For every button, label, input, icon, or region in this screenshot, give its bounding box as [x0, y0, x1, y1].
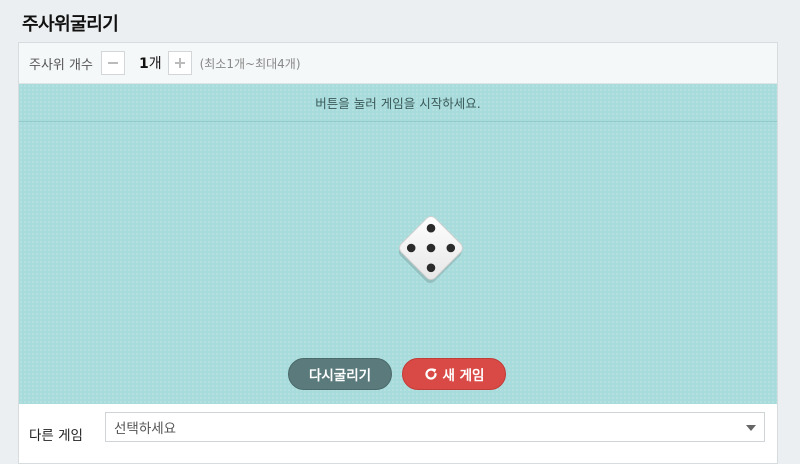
game-stage: 버튼을 눌러 게임을 시작하세요. 다시굴리기 새 게임 — [19, 84, 777, 404]
dice-game-panel: 주사위 개수 1개 (최소1개~최대4개) 버튼을 눌러 게임을 시작하세요. — [18, 42, 778, 464]
plus-icon — [174, 58, 185, 68]
refresh-icon — [424, 367, 438, 381]
game-hint: 버튼을 눌러 게임을 시작하세요. — [19, 84, 777, 122]
reroll-button[interactable]: 다시굴리기 — [288, 358, 392, 390]
dice-count-unit: 개 — [148, 56, 162, 72]
reroll-label: 다시굴리기 — [308, 368, 372, 384]
other-games-bar: 다른 게임 선택하세요 — [19, 404, 777, 463]
dice-count-display: 1개 — [139, 53, 162, 73]
increase-dice-button[interactable] — [167, 51, 192, 75]
dice-five[interactable] — [391, 206, 471, 286]
select-value: 선택하세요 — [114, 421, 177, 437]
new-game-button[interactable]: 새 게임 — [402, 358, 506, 390]
decrease-dice-button[interactable] — [100, 51, 125, 75]
dice-range-hint: (최소1개~최대4개) — [199, 56, 301, 71]
dice-count-label: 주사위 개수 — [29, 57, 93, 73]
new-game-label: 새 게임 — [442, 368, 485, 384]
minus-icon — [107, 62, 118, 64]
other-games-select[interactable]: 선택하세요 — [105, 412, 765, 442]
chevron-down-icon — [746, 425, 756, 431]
page-title: 주사위굴리기 — [22, 14, 119, 35]
dice-count-value: 1 — [138, 56, 149, 72]
other-games-label: 다른 게임 — [29, 427, 83, 444]
dice-count-toolbar: 주사위 개수 1개 (최소1개~최대4개) — [19, 43, 777, 84]
